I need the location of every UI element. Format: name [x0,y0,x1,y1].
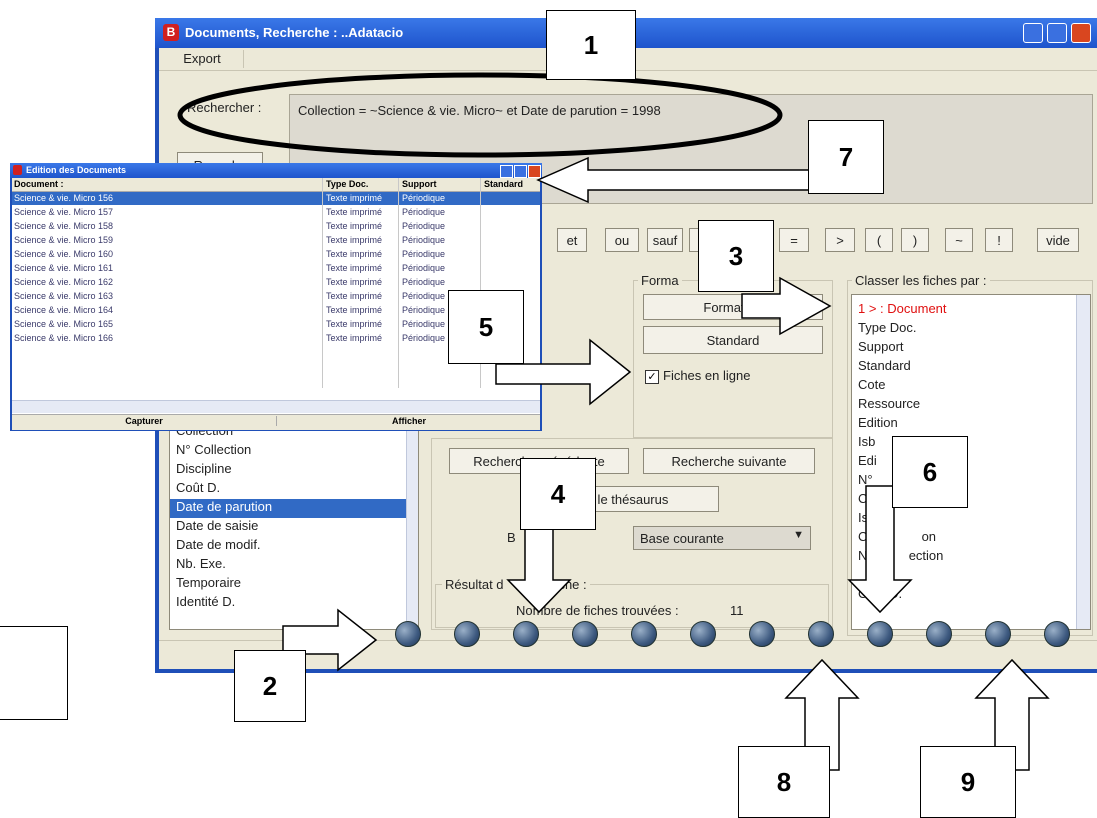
annotation-box-9: 9 [920,746,1016,818]
annotation-box-4: 4 [520,458,596,530]
annotation-box-3: 3 [698,220,774,292]
annotation-layer [177,72,1050,771]
annotation-box-blank [0,626,68,720]
annotation-box-7: 7 [808,120,884,194]
annotation-ellipse [177,72,783,158]
annotation-box-8: 8 [738,746,830,818]
annotation-box-6: 6 [892,436,968,508]
annotation-box-1: 1 [546,10,636,80]
arrow-7 [536,156,837,204]
annotation-box-5: 5 [448,290,524,364]
annotation-box-2: 2 [234,650,306,722]
